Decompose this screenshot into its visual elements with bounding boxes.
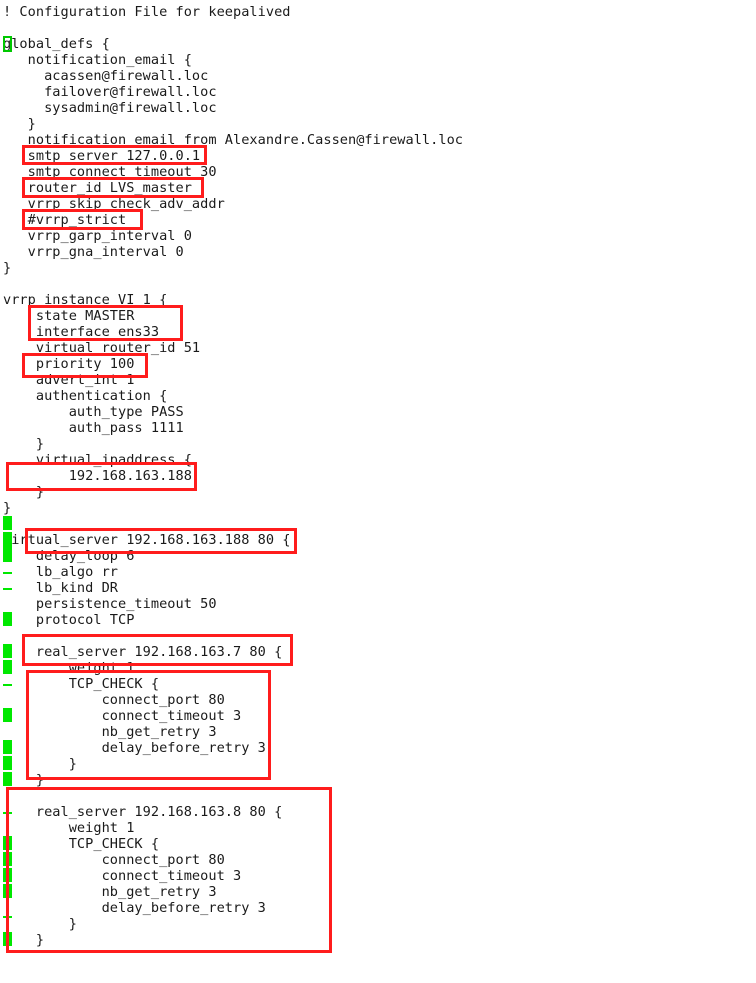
code-line[interactable]: }	[3, 436, 44, 452]
code-line[interactable]: nb_get_retry 3	[3, 724, 217, 740]
code-line[interactable]: smtp_connect_timeout 30	[3, 164, 217, 180]
code-line[interactable]: }	[3, 756, 77, 772]
code-line[interactable]: TCP_CHECK {	[3, 676, 159, 692]
editor-code-area[interactable]: ! Configuration File for keepalived globa…	[0, 0, 756, 983]
cursor-virtual-server	[3, 532, 12, 548]
code-line[interactable]: }	[3, 932, 44, 948]
code-line[interactable]: connect_port 80	[3, 852, 225, 868]
cursor-global-defs	[3, 36, 12, 52]
code-line[interactable]: virtual_ipaddress {	[3, 452, 192, 468]
code-line[interactable]: real_server 192.168.163.8 80 {	[3, 804, 282, 820]
code-line[interactable]: persistence_timeout 50	[3, 596, 217, 612]
code-line[interactable]: router_id LVS_master	[3, 180, 192, 196]
code-line[interactable]: lb_kind DR	[3, 580, 118, 596]
code-line[interactable]: delay_before_retry 3	[3, 900, 266, 916]
code-line[interactable]: lb_algo rr	[3, 564, 118, 580]
code-line[interactable]: delay_before_retry 3	[3, 740, 266, 756]
code-line[interactable]: }	[3, 772, 44, 788]
code-line[interactable]: #vrrp_strict	[3, 212, 127, 228]
code-line[interactable]: }	[3, 116, 36, 132]
code-line[interactable]: interface ens33	[3, 324, 159, 340]
code-line[interactable]: auth_type PASS	[3, 404, 184, 420]
code-line[interactable]: virtual_server 192.168.163.188 80 {	[3, 532, 291, 548]
code-line[interactable]: priority 100	[3, 356, 135, 372]
code-line[interactable]: }	[3, 500, 11, 516]
code-line[interactable]: vrrp_gna_interval 0	[3, 244, 184, 260]
code-line[interactable]: connect_timeout 3	[3, 868, 242, 884]
code-line[interactable]: global_defs {	[3, 36, 110, 52]
code-line[interactable]: nb_get_retry 3	[3, 884, 217, 900]
code-line[interactable]: vrrp_instance VI_1 {	[3, 292, 167, 308]
code-line[interactable]: vrrp_garp_interval 0	[3, 228, 192, 244]
code-line[interactable]: state MASTER	[3, 308, 135, 324]
code-line[interactable]: virtual_router_id 51	[3, 340, 200, 356]
code-line[interactable]: real_server 192.168.163.7 80 {	[3, 644, 282, 660]
code-line[interactable]: advert_int 1	[3, 372, 135, 388]
code-line[interactable]: 192.168.163.188	[3, 468, 192, 484]
code-line[interactable]: weight 1	[3, 660, 135, 676]
code-line[interactable]: auth_pass 1111	[3, 420, 184, 436]
code-line[interactable]: smtp_server 127.0.0.1	[3, 148, 200, 164]
code-line[interactable]: TCP_CHECK {	[3, 836, 159, 852]
code-line[interactable]: protocol TCP	[3, 612, 135, 628]
code-line[interactable]: }	[3, 260, 11, 276]
code-line[interactable]: failover@firewall.loc	[3, 84, 217, 100]
code-line[interactable]: }	[3, 916, 77, 932]
code-line[interactable]: notification_email_from Alexandre.Cassen…	[3, 132, 463, 148]
code-line[interactable]: sysadmin@firewall.loc	[3, 100, 217, 116]
code-line[interactable]: authentication {	[3, 388, 167, 404]
code-line[interactable]: vrrp_skip_check_adv_addr	[3, 196, 225, 212]
code-line[interactable]: }	[3, 484, 44, 500]
code-line[interactable]: weight 1	[3, 820, 135, 836]
code-line[interactable]: acassen@firewall.loc	[3, 68, 208, 84]
code-line[interactable]: delay_loop 6	[3, 548, 135, 564]
code-line[interactable]: connect_port 80	[3, 692, 225, 708]
code-line[interactable]: connect_timeout 3	[3, 708, 242, 724]
code-line[interactable]: ! Configuration File for keepalived	[3, 4, 291, 20]
text-editor[interactable]: ! Configuration File for keepalived globa…	[0, 0, 756, 983]
code-line[interactable]: notification_email {	[3, 52, 192, 68]
